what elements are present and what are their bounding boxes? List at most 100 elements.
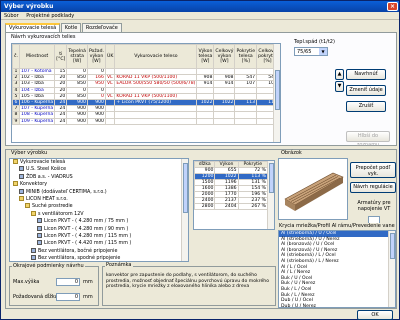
- design-button[interactable]: Navrhnúť: [346, 69, 386, 80]
- performance-row[interactable]: 2000 1770 196 %: [194, 191, 269, 198]
- tree-node[interactable]: Bez ventilátora, spodné pripojenie: [10, 255, 188, 262]
- surface-item[interactable]: Dub / U / Nerez: [279, 304, 395, 307]
- deeper-list-button[interactable]: Hlbší do zoznamu: [346, 131, 390, 148]
- cell-heating-body[interactable]: EALOR 500/550 580/50 (500/6/78): [114, 80, 198, 88]
- surface-scrollbar[interactable]: [388, 231, 395, 307]
- surface-list[interactable]: Al (strieborná) / U / Ocel Al (strieborná…: [278, 230, 396, 308]
- cell-heating-body[interactable]: [114, 117, 198, 125]
- rooms-grid-scrollbar[interactable]: [273, 44, 280, 142]
- design-conditions: Okrajové podmienky návrhu Max.výška 0 mm…: [9, 263, 99, 306]
- performance-table[interactable]: dĺžka Výkon Pokrytie 900 655 72 % 1200 1022 1…: [193, 160, 275, 230]
- close-button[interactable]: ×: [387, 2, 398, 11]
- ok-button[interactable]: OK: [357, 310, 393, 320]
- col-header-uk[interactable]: ÚK: [104, 44, 116, 69]
- tree-node-label: ŽDB a.s. - VIADRUS: [26, 174, 73, 180]
- col-header-required[interactable]: Požad. výkon [W]: [86, 44, 106, 69]
- tree-node[interactable]: U.S. Steel Košice: [10, 166, 188, 173]
- required-length-input[interactable]: 0: [56, 293, 80, 301]
- window-title: Výber výrobku: [4, 3, 54, 10]
- tree-node[interactable]: ŽDB a.s. - VIADRUS: [10, 173, 188, 181]
- performance-row[interactable]: 2400 2137 237 %: [194, 197, 269, 204]
- cell-uk[interactable]: [104, 117, 116, 125]
- regulation-button[interactable]: Návrh regulácie: [350, 182, 396, 193]
- col-header-body-coverage[interactable]: Pokrytie telesa [%]: [234, 44, 258, 69]
- cancel-button[interactable]: Zrušiť: [346, 101, 386, 112]
- tree-node[interactable]: Licon PKVT - ( 4.280 mm / 115 mm ): [10, 232, 188, 240]
- cell-room[interactable]: 109 - Kúpeľňa: [18, 117, 56, 125]
- tree-node-label: Konvektory: [20, 182, 48, 188]
- performance-row[interactable]: 900 655 72 %: [194, 167, 269, 174]
- performance-row[interactable]: 1500 1196 131 %: [194, 179, 269, 186]
- tree-node[interactable]: Bez ventilátora, bočné pripojenie: [10, 247, 188, 255]
- perf-length[interactable]: 2800: [194, 203, 216, 210]
- folder-icon: [25, 203, 30, 209]
- cell-required[interactable]: 900: [86, 117, 106, 125]
- rooms-table-body: 1 107 - Kotolňa 15 0 0 2 102 - Izba 20 850 166 VL K…: [12, 67, 280, 125]
- col-header-body-output[interactable]: Výkon telesa [W]: [196, 44, 215, 69]
- cell-body-coverage[interactable]: [234, 117, 258, 125]
- menu-project-docs[interactable]: Projektné podklady: [23, 12, 77, 20]
- cell-body-output[interactable]: [196, 117, 215, 125]
- col-header-heating-body[interactable]: Vykurovacie teleso: [114, 44, 198, 69]
- col-header-room[interactable]: Miestnosť: [18, 44, 56, 69]
- tab-boilers[interactable]: Kotle: [60, 23, 82, 32]
- note-text: konvektor pre zapustenie do podlahy, s v…: [106, 273, 270, 290]
- perf-coverage[interactable]: 267 %: [237, 203, 269, 210]
- step-down-button[interactable]: ▼: [335, 81, 344, 92]
- rooms-grid-scroll-thumb[interactable]: [275, 70, 280, 110]
- product-selection-panel: Výber výrobku Vykurovacie telesá U.S. Ste…: [5, 149, 397, 309]
- tree-node[interactable]: Licon PKVT - ( 4.420 mm / 115 mm ): [10, 240, 188, 247]
- change-data-button[interactable]: Zmeniť údaje: [346, 85, 386, 96]
- temp-gradient-select[interactable]: 75/65 ▼: [294, 47, 328, 56]
- tree-node[interactable]: Konvektory: [10, 181, 188, 188]
- col-header-no[interactable]: č.: [12, 44, 20, 69]
- tab-manifolds[interactable]: Rozdeľovače: [81, 23, 122, 32]
- cell-room[interactable]: 106 - Kúpeľňa: [18, 98, 56, 107]
- tree-node[interactable]: Suché prostredie: [10, 203, 188, 210]
- cell-room[interactable]: 107 - Kúpeľňa: [18, 105, 56, 113]
- room-row[interactable]: 9 109 - Kúpeľňa 24 900 900: [12, 117, 280, 125]
- product-tree[interactable]: Vykurovacie telesá U.S. Steel Košice ŽDB a…: [9, 158, 189, 262]
- perf-output[interactable]: 2404: [214, 203, 239, 210]
- tree-node[interactable]: Licon PKVT - ( 4.280 mm / 90 mm ): [10, 225, 188, 233]
- tree-node-label: Suché prostredie: [32, 204, 73, 210]
- tree-node[interactable]: MINIB (dodávateľ CERTIMA, s.r.o.): [10, 188, 188, 196]
- rooms-grid[interactable]: č. Miestnosť ti [°C] Tepelná strata [W] Poža…: [11, 43, 281, 143]
- cell-ti[interactable]: 24: [54, 117, 68, 125]
- product-tree-scroll-thumb[interactable]: [183, 163, 188, 213]
- recalculate-button[interactable]: Prepočet podľ vyk.: [350, 162, 396, 178]
- cell-loss[interactable]: 900: [66, 117, 88, 125]
- max-height-input[interactable]: 0: [56, 278, 80, 286]
- cell-room[interactable]: 108 - Kúpeľňa: [18, 111, 56, 119]
- cell-room[interactable]: 107 - Kotolňa: [18, 67, 56, 76]
- performance-row[interactable]: 1200 1022 113 %: [194, 173, 269, 180]
- col-header-ti[interactable]: ti [°C]: [54, 44, 68, 69]
- tree-node[interactable]: Licon PKVT - ( 4.280 mm / 75 mm ): [10, 218, 188, 225]
- surface-label: Krycia mriežka/Profil Al rámu/Prevedenie…: [278, 223, 396, 229]
- tree-node[interactable]: LICON HEAT s.r.o.: [10, 195, 188, 203]
- tree-node-label: MINIB (dodávateľ CERTIMA, s.r.o.): [26, 189, 107, 195]
- folder-icon: [13, 181, 18, 187]
- product-tree-scrollbar[interactable]: [181, 159, 188, 261]
- surface-scroll-thumb[interactable]: [390, 233, 395, 259]
- folder-icon: [19, 195, 24, 201]
- product-icon: [19, 166, 24, 172]
- col-header-total-output[interactable]: Celkový výkon [W]: [213, 44, 236, 69]
- menu-file[interactable]: Súbor: [1, 12, 22, 20]
- note-label: Poznámka: [105, 262, 133, 269]
- performance-row[interactable]: 1600 1386 154 %: [194, 185, 269, 192]
- tree-node[interactable]: s ventilátorom 12V: [10, 210, 188, 218]
- tree-node-label: Bez ventilátora, spodné pripojenie: [38, 256, 121, 262]
- col-header-loss[interactable]: Tepelná strata [W]: [66, 44, 88, 69]
- product-group-label: Výber výrobku: [10, 150, 49, 156]
- step-up-button[interactable]: ▲: [335, 69, 344, 80]
- performance-row[interactable]: 2800 2404 267 %: [194, 203, 269, 210]
- performance-scroll-thumb[interactable]: [269, 163, 274, 193]
- tree-node[interactable]: Vykurovacie telesá: [10, 159, 188, 166]
- performance-scrollbar[interactable]: [267, 161, 274, 229]
- cell-no[interactable]: 9: [12, 117, 20, 125]
- title-bar: Výber výrobku ×: [1, 1, 399, 12]
- folder-icon: [31, 210, 36, 216]
- max-height-label: Max.výška: [13, 279, 40, 285]
- cell-total-output[interactable]: [213, 117, 236, 125]
